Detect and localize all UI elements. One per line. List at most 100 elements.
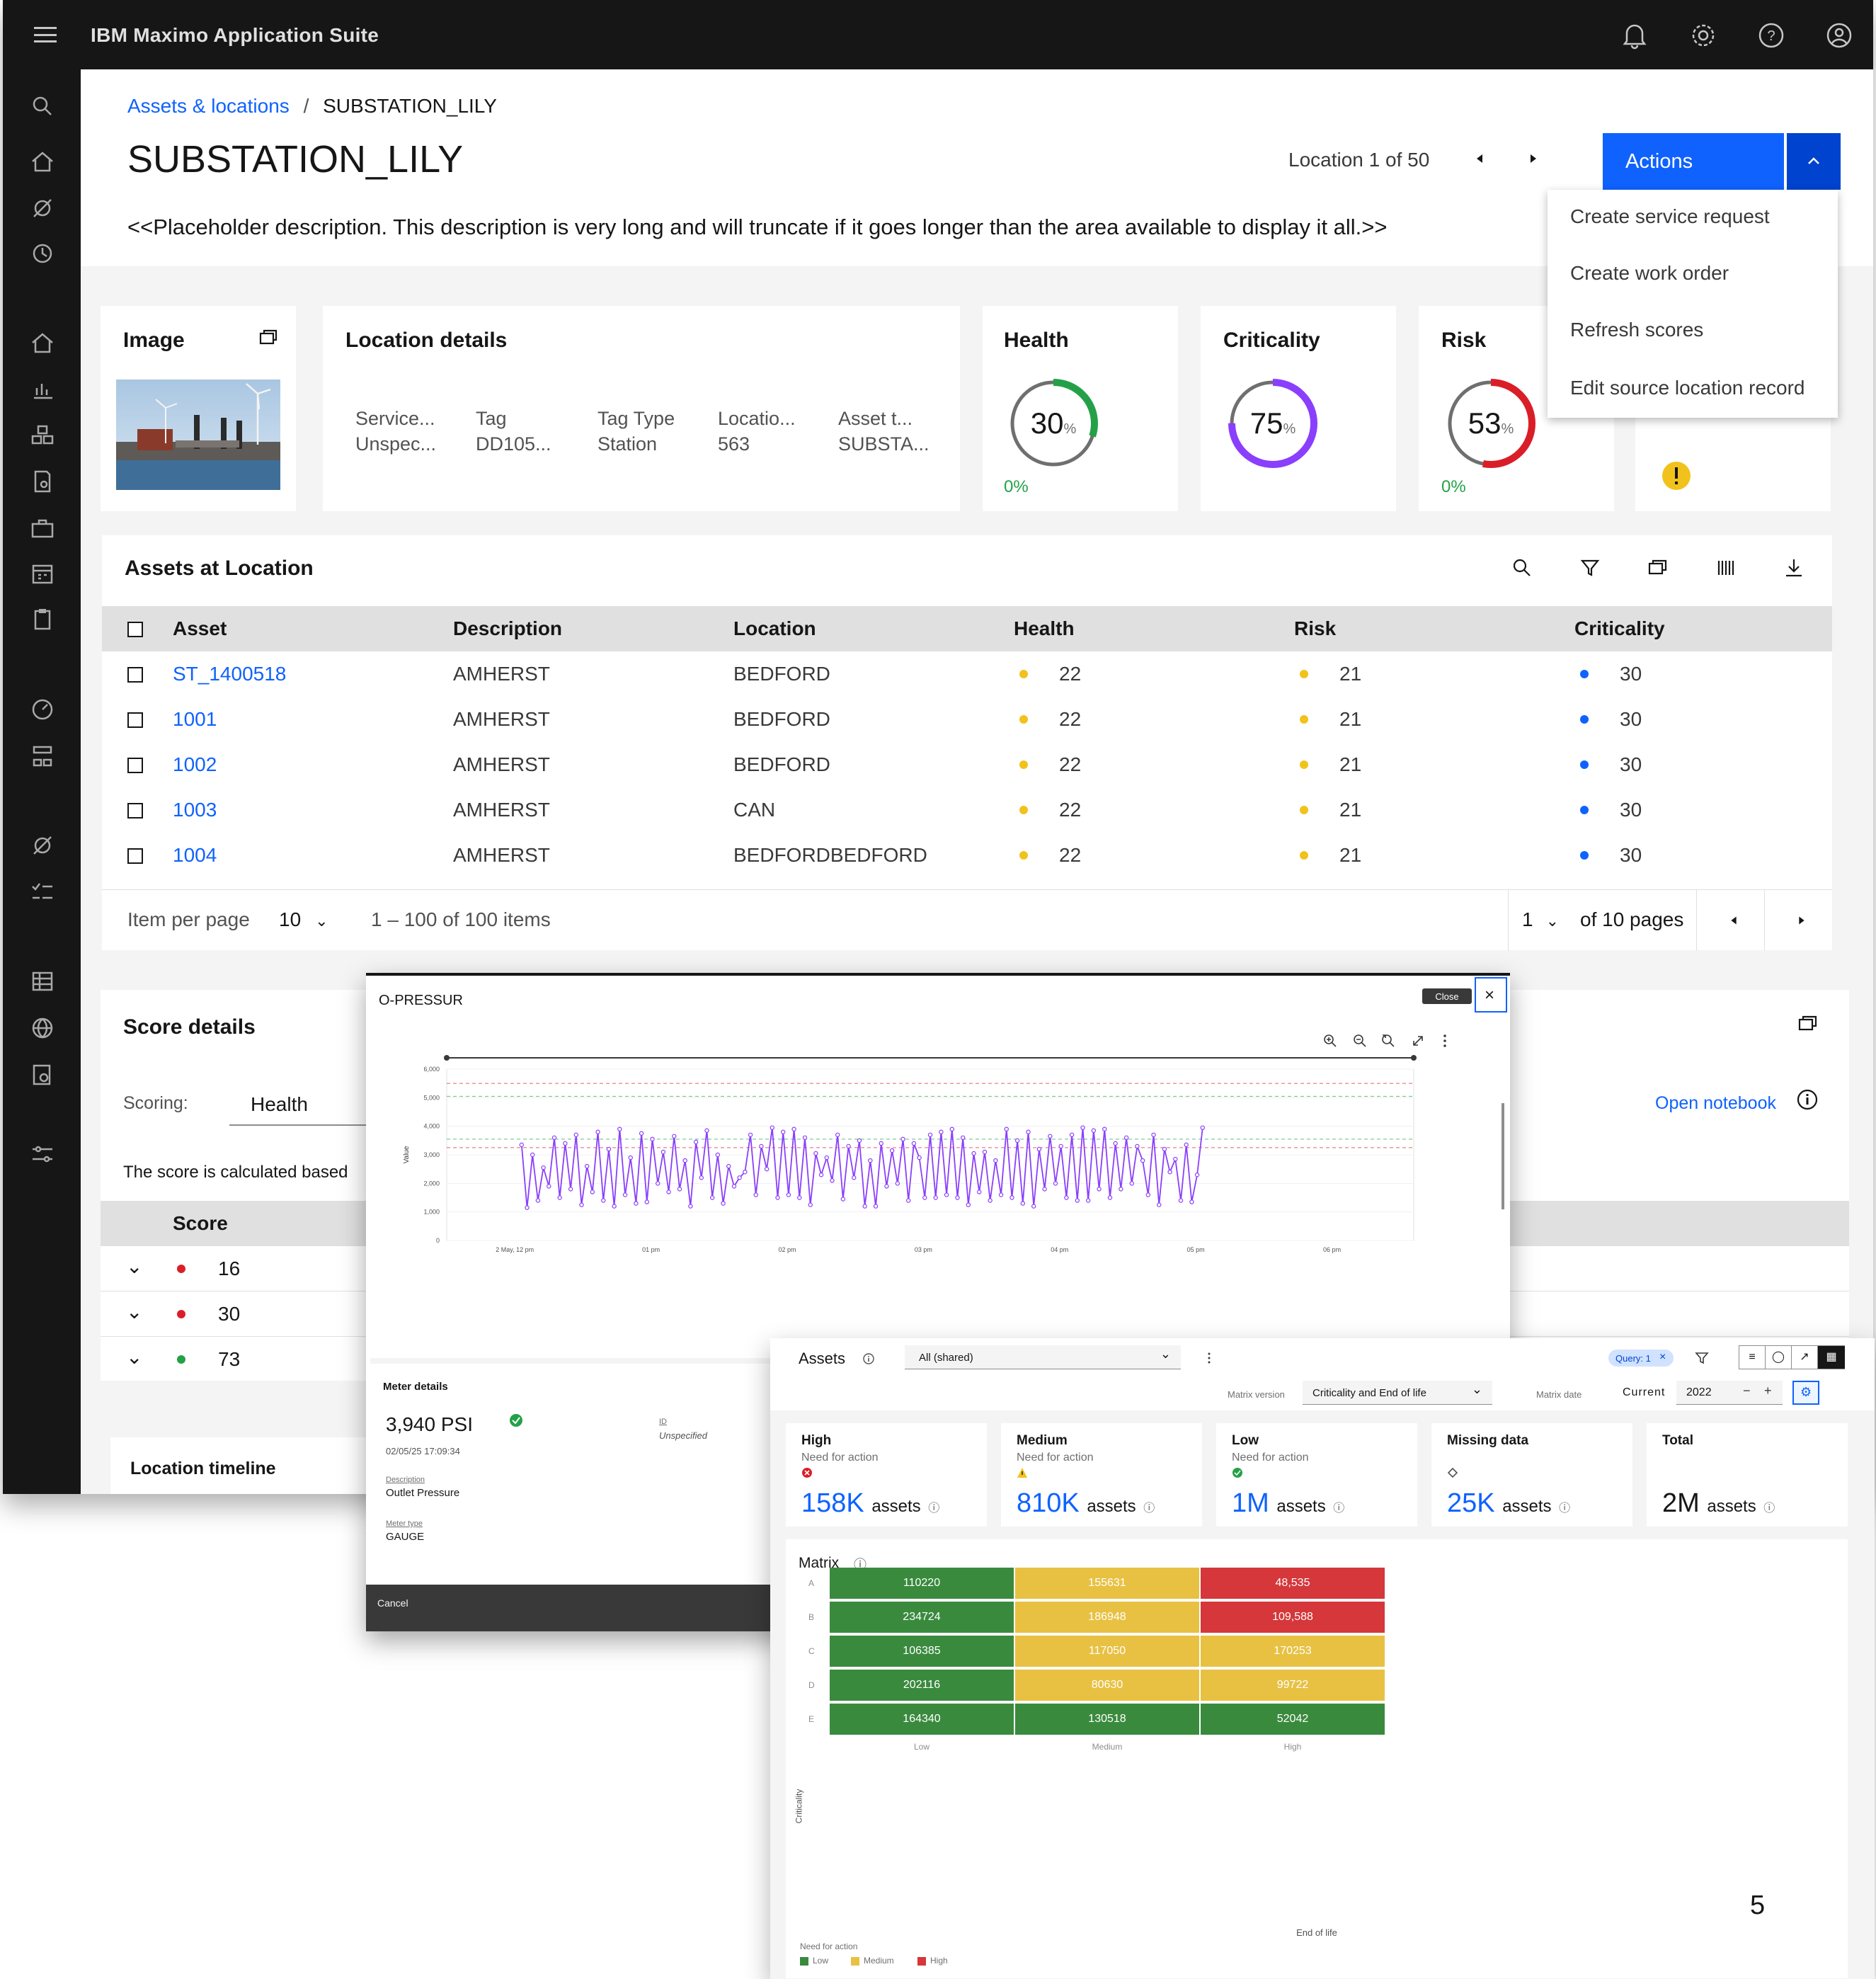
globe-icon[interactable] [28, 1014, 57, 1042]
data-point[interactable] [628, 1155, 633, 1160]
table-row[interactable]: ST_1400518 AMHERST BEDFORD 22 21 30 [102, 651, 1832, 697]
search-icon[interactable] [28, 92, 57, 120]
data-point[interactable] [1058, 1144, 1063, 1149]
data-point[interactable] [889, 1148, 895, 1153]
query-tag[interactable]: Query: 1 × [1608, 1350, 1674, 1367]
data-point[interactable] [650, 1136, 655, 1142]
range-handle[interactable] [1411, 1055, 1417, 1061]
tab-health[interactable]: Health [229, 1080, 371, 1126]
kpi-medium[interactable]: Medium Need for action 810K assets ⓘ [1001, 1423, 1202, 1527]
column-header-asset[interactable]: Asset [173, 617, 227, 640]
home-icon[interactable] [28, 329, 57, 357]
data-point[interactable] [573, 1132, 578, 1137]
info-icon[interactable]: ⓘ [1763, 1502, 1775, 1515]
matrix-cell[interactable]: 202116 [830, 1670, 1014, 1701]
data-point[interactable] [982, 1149, 988, 1155]
data-point[interactable] [933, 1195, 938, 1200]
info-icon[interactable] [1795, 1088, 1819, 1112]
data-point[interactable] [824, 1155, 829, 1160]
column-header-description[interactable]: Description [453, 617, 562, 640]
close-button[interactable]: × [1475, 977, 1507, 1013]
data-point[interactable] [944, 1192, 949, 1197]
data-point[interactable] [895, 1181, 900, 1186]
data-point[interactable] [715, 1152, 721, 1158]
data-point[interactable] [1184, 1142, 1189, 1148]
user-avatar-icon[interactable] [1825, 21, 1853, 50]
data-point[interactable] [699, 1175, 704, 1180]
column-header-health[interactable]: Health [1014, 617, 1075, 640]
row-checkbox[interactable] [127, 803, 143, 819]
data-point[interactable] [666, 1190, 671, 1194]
assets-icon[interactable] [28, 421, 57, 449]
data-point[interactable] [568, 1187, 573, 1192]
data-point[interactable] [688, 1204, 693, 1209]
zoom-in-icon[interactable] [1322, 1032, 1339, 1049]
data-point[interactable] [1075, 1198, 1080, 1203]
data-point[interactable] [1091, 1128, 1097, 1133]
matrix-cell[interactable]: 48,535 [1201, 1568, 1385, 1599]
matrix-cell[interactable]: 80630 [1015, 1670, 1199, 1701]
page-select[interactable]: 1 ⌄ [1522, 908, 1559, 931]
matrix-view-icon[interactable]: ▦ [1818, 1346, 1845, 1369]
data-point[interactable] [1119, 1187, 1123, 1192]
matrix-cell[interactable]: 164340 [830, 1704, 1014, 1735]
filter-icon[interactable] [1693, 1350, 1710, 1367]
cancel-button[interactable]: Cancel [377, 1597, 408, 1609]
matrix-cell[interactable]: 99722 [1201, 1670, 1385, 1701]
increment-icon[interactable]: + [1764, 1384, 1772, 1398]
data-point[interactable] [639, 1131, 644, 1136]
data-point[interactable] [808, 1202, 813, 1207]
data-point[interactable] [1113, 1141, 1118, 1146]
range-handle[interactable] [444, 1055, 450, 1061]
items-per-page-select[interactable]: 10 ⌄ [279, 908, 328, 931]
menu-item-create-work-order[interactable]: Create work order [1570, 262, 1729, 285]
data-point[interactable] [846, 1144, 851, 1149]
asset-link[interactable]: 1002 [173, 753, 217, 776]
data-point[interactable] [660, 1149, 666, 1155]
kpi-missing-data[interactable]: Missing data 25K assets ⓘ [1431, 1423, 1632, 1527]
expand-icon[interactable] [1647, 557, 1669, 579]
scrollbar[interactable] [1502, 1103, 1504, 1209]
table-row[interactable]: 1004 AMHERST BEDFORDBEDFORD 22 21 30 [102, 833, 1832, 878]
zoom-out-icon[interactable] [1351, 1032, 1368, 1049]
data-point[interactable] [879, 1141, 883, 1146]
data-point[interactable] [551, 1135, 557, 1141]
breadcrumb-link[interactable]: Assets & locations [127, 95, 290, 117]
data-point[interactable] [906, 1198, 911, 1203]
data-point[interactable] [1107, 1195, 1113, 1200]
data-point[interactable] [1004, 1127, 1009, 1131]
data-point[interactable] [840, 1197, 846, 1202]
data-point[interactable] [971, 1151, 976, 1156]
filter-icon[interactable] [1579, 557, 1601, 579]
data-point[interactable] [797, 1195, 802, 1200]
checklist-icon[interactable] [28, 878, 57, 906]
data-point[interactable] [1157, 1202, 1162, 1207]
hamburger-menu-icon[interactable] [34, 27, 57, 42]
data-point[interactable] [590, 1190, 595, 1194]
satellite-icon[interactable] [28, 831, 57, 860]
data-point[interactable] [682, 1158, 687, 1163]
data-point[interactable] [786, 1192, 791, 1197]
data-point[interactable] [835, 1132, 840, 1137]
chevron-down-icon[interactable]: ⌄ [126, 1255, 142, 1278]
search-icon[interactable] [1511, 557, 1533, 579]
matrix-cell[interactable]: 52042 [1201, 1704, 1385, 1735]
data-point[interactable] [622, 1192, 628, 1197]
overflow-menu-icon[interactable] [1436, 1032, 1453, 1049]
table-row[interactable]: 1002 AMHERST BEDFORD 22 21 30 [102, 742, 1832, 787]
row-checkbox[interactable] [127, 667, 143, 683]
data-point[interactable] [519, 1142, 525, 1148]
menu-item-create-service-request[interactable]: Create service request [1570, 205, 1770, 228]
asset-filter-dropdown[interactable]: All (shared) ⌄ [905, 1345, 1181, 1369]
data-point[interactable] [955, 1195, 960, 1200]
data-point[interactable] [1140, 1158, 1145, 1163]
matrix-version-dropdown[interactable]: Criticality and End of life ⌄ [1303, 1381, 1492, 1405]
notification-icon[interactable] [1621, 21, 1648, 50]
data-point[interactable] [977, 1190, 982, 1194]
data-point[interactable] [1173, 1156, 1178, 1162]
reset-zoom-icon[interactable] [1380, 1032, 1397, 1049]
data-point[interactable] [1048, 1134, 1053, 1139]
data-point[interactable] [791, 1127, 796, 1131]
table-row[interactable]: 1003 AMHERST CAN 22 21 30 [102, 787, 1832, 833]
data-point[interactable] [764, 1166, 770, 1172]
